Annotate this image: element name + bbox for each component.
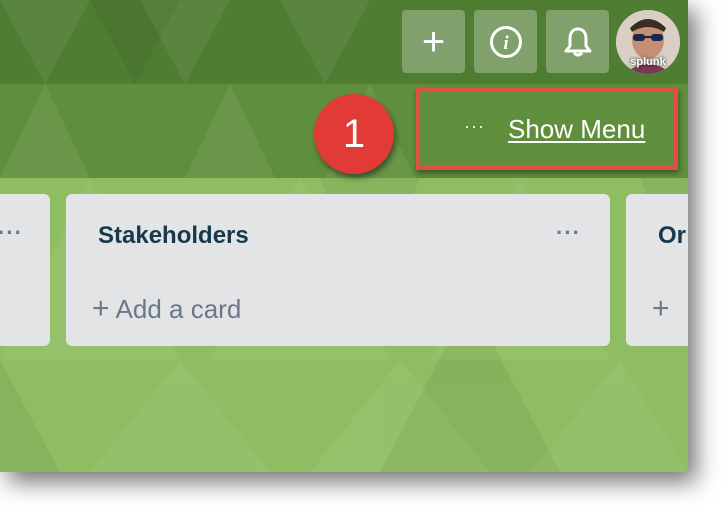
list-menu-icon[interactable]: ···: [556, 220, 581, 246]
board-info-button[interactable]: i: [474, 10, 537, 73]
plus-icon: +: [652, 292, 670, 325]
plus-icon: +: [92, 292, 110, 325]
info-glyph: i: [503, 33, 509, 54]
add-card-button[interactable]: +: [652, 292, 676, 326]
notifications-button[interactable]: [546, 10, 609, 73]
step-callout: 1: [314, 94, 394, 174]
info-icon: i: [489, 25, 522, 58]
add-card-label: Add a card: [115, 294, 242, 324]
add-button[interactable]: +: [402, 10, 465, 73]
avatar[interactable]: splunk: [616, 10, 680, 74]
list-title[interactable]: Stakeholders: [98, 222, 249, 250]
list-partial-right: Or +: [626, 194, 688, 346]
plus-icon: +: [421, 19, 446, 64]
step-number: 1: [342, 111, 366, 156]
board-window: + i splunk 1 ··· Show Menu ··· Stakehold…: [0, 0, 688, 472]
menu-dots-icon[interactable]: ···: [464, 116, 485, 137]
add-card-button[interactable]: + Add a card: [92, 292, 241, 326]
avatar-label: splunk: [630, 56, 666, 68]
list-partial-left: ···: [0, 194, 50, 346]
list-menu-icon[interactable]: ···: [0, 220, 23, 246]
show-menu-link[interactable]: Show Menu: [508, 114, 645, 145]
list-stakeholders: Stakeholders ··· + Add a card: [66, 194, 610, 346]
bell-icon: [564, 27, 591, 56]
list-title[interactable]: Or: [658, 222, 686, 250]
